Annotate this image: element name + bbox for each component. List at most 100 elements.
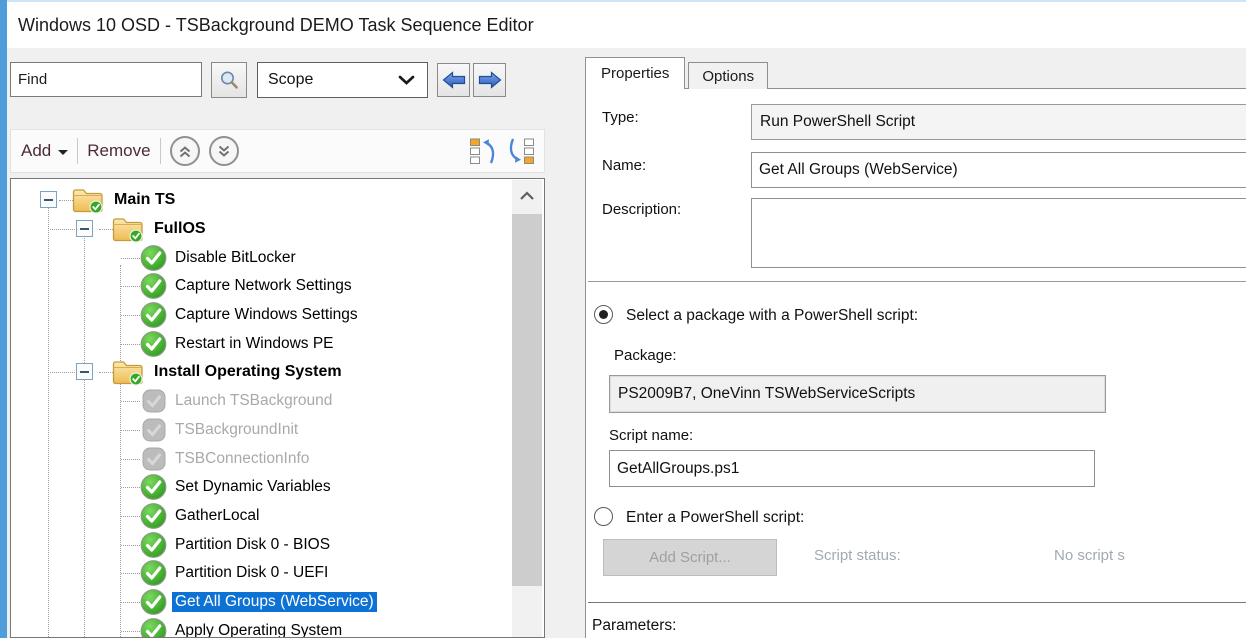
- tree-item-label: Restart in Windows PE: [172, 334, 337, 354]
- name-field[interactable]: [751, 152, 1246, 188]
- tree-item[interactable]: Capture Windows Settings: [12, 301, 511, 330]
- add-script-button: Add Script...: [603, 539, 777, 576]
- tree-connector: [121, 258, 140, 259]
- remove-button-label: Remove: [87, 141, 150, 161]
- tree-expander-collapse[interactable]: [76, 220, 93, 237]
- description-field[interactable]: [751, 198, 1246, 268]
- navigate-forward-button[interactable]: [473, 63, 506, 97]
- tree-item[interactable]: Set Dynamic Variables: [12, 473, 511, 502]
- disabled-check-icon: [142, 447, 166, 471]
- tree-item[interactable]: TSBConnectionInfo: [12, 444, 511, 473]
- tree-item-label: Capture Windows Settings: [172, 305, 361, 325]
- tree-item[interactable]: Partition Disk 0 - BIOS: [12, 530, 511, 559]
- tree-scrollbar[interactable]: [512, 180, 542, 637]
- tree-item-label: Partition Disk 0 - UEFI: [172, 563, 331, 583]
- tree-connector: [99, 372, 113, 373]
- tree-item[interactable]: Launch TSBackground: [12, 387, 511, 416]
- name-label: Name:: [602, 157, 646, 174]
- move-down-icon: [508, 137, 535, 165]
- tree-connector: [50, 372, 77, 373]
- script-status-label: Script status:: [814, 547, 901, 564]
- expand-all-button[interactable]: [209, 136, 239, 166]
- tree-connector: [121, 516, 140, 517]
- script-status-value: No script s: [1054, 547, 1246, 564]
- tree-item[interactable]: TSBackgroundInit: [12, 416, 511, 445]
- tree-connector: [121, 459, 140, 460]
- find-input[interactable]: [10, 62, 202, 97]
- navigate-back-button[interactable]: [437, 63, 470, 97]
- tree-connector: [50, 229, 77, 230]
- green-check-icon: [140, 588, 167, 615]
- tab-options[interactable]: Options: [688, 62, 768, 89]
- move-up-button[interactable]: [467, 136, 497, 166]
- tree-item-label: GatherLocal: [172, 506, 262, 526]
- select-package-radio[interactable]: [594, 305, 613, 324]
- toolbar-separator: [77, 138, 78, 164]
- scroll-up-button[interactable]: [512, 180, 542, 212]
- tab-bar: Properties Options: [585, 57, 768, 89]
- type-label: Type:: [602, 109, 639, 126]
- collapse-all-button[interactable]: [170, 136, 200, 166]
- task-sequence-tree: Main TS FullOS Disable BitLocker Capture Ne…: [10, 178, 545, 638]
- tree-item-label: TSBackgroundInit: [172, 420, 301, 440]
- dropdown-caret-icon: [58, 150, 68, 155]
- tree-connector: [121, 401, 140, 402]
- tree-item-label: Launch TSBackground: [172, 391, 335, 411]
- tree-item[interactable]: Restart in Windows PE: [12, 329, 511, 358]
- tree-item[interactable]: Get All Groups (WebService): [12, 588, 511, 617]
- tree-item[interactable]: Install Operating System: [12, 358, 511, 387]
- tree-connector: [121, 487, 140, 488]
- task-sequence-editor-window: Windows 10 OSD - TSBackground DEMO Task …: [0, 0, 1246, 638]
- tab-properties[interactable]: Properties: [585, 57, 685, 89]
- tree-item[interactable]: GatherLocal: [12, 502, 511, 531]
- tree-item[interactable]: FullOS: [12, 215, 511, 244]
- arrow-right-icon: [478, 71, 502, 89]
- tree-expander-collapse[interactable]: [76, 363, 93, 380]
- window-left-edge: [0, 0, 7, 638]
- tree-item[interactable]: Apply Operating System: [12, 616, 511, 637]
- move-down-button[interactable]: [506, 136, 536, 166]
- description-label: Description:: [602, 201, 681, 218]
- enter-script-radio[interactable]: [594, 507, 613, 526]
- tree-item[interactable]: Partition Disk 0 - UEFI: [12, 559, 511, 588]
- tree-item-label: Capture Network Settings: [172, 276, 355, 296]
- tree-item-label: Disable BitLocker: [172, 248, 299, 268]
- tree-scrollbar-thumb[interactable]: [512, 214, 542, 586]
- scope-selected-value: Scope: [258, 71, 398, 89]
- enter-script-radio-label: Enter a PowerShell script:: [626, 509, 804, 527]
- tree-connector: [121, 430, 140, 431]
- add-button[interactable]: Add: [21, 141, 68, 161]
- type-field: Run PowerShell Script: [751, 104, 1246, 140]
- tree-rows: Main TS FullOS Disable BitLocker Capture Ne…: [12, 186, 511, 637]
- tree-connector: [121, 344, 140, 345]
- green-check-icon: [140, 330, 167, 357]
- tree-item[interactable]: Capture Network Settings: [12, 272, 511, 301]
- title-bar: Windows 10 OSD - TSBackground DEMO Task …: [7, 2, 1246, 48]
- tab-options-label: Options: [702, 68, 754, 85]
- tree-item[interactable]: Main TS: [12, 186, 511, 215]
- green-check-icon: [140, 474, 167, 501]
- tab-properties-label: Properties: [601, 65, 669, 82]
- green-check-icon: [140, 617, 167, 637]
- tree-connector: [59, 200, 73, 201]
- tree-item-label: Apply Operating System: [172, 621, 345, 637]
- search-button[interactable]: [211, 62, 247, 98]
- remove-button[interactable]: Remove: [87, 141, 150, 161]
- green-check-icon: [140, 560, 167, 587]
- tree-item-label: Get All Groups (WebService): [172, 592, 377, 612]
- window-title: Windows 10 OSD - TSBackground DEMO Task …: [7, 2, 1246, 49]
- tree-item-label: Set Dynamic Variables: [172, 477, 334, 497]
- tree-item[interactable]: Disable BitLocker: [12, 243, 511, 272]
- select-package-radio-label: Select a package with a PowerShell scrip…: [626, 307, 918, 325]
- tree-expander-collapse[interactable]: [40, 191, 57, 208]
- folder-check-icon: [112, 359, 144, 386]
- section-separator: [588, 602, 1246, 606]
- disabled-check-icon: [142, 418, 166, 442]
- toolbar-separator: [160, 138, 161, 164]
- chevron-down-icon: [398, 75, 427, 86]
- green-check-icon: [140, 273, 167, 300]
- script-name-field[interactable]: [609, 450, 1095, 487]
- scope-dropdown[interactable]: Scope: [257, 62, 428, 98]
- tree-item-label: Main TS: [111, 190, 178, 210]
- green-check-icon: [140, 244, 167, 271]
